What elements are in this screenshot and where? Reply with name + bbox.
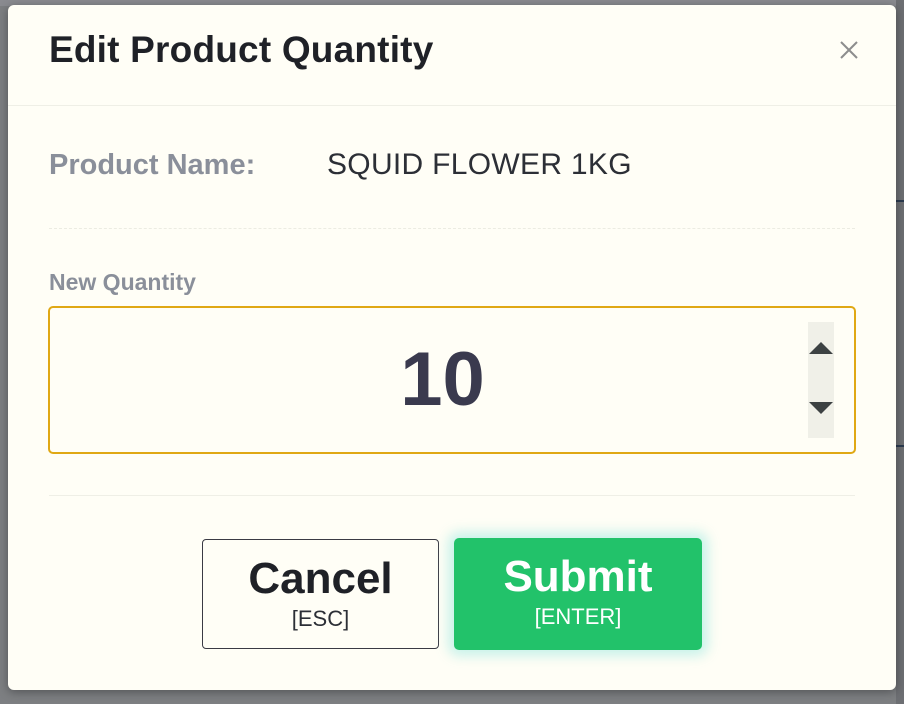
quantity-stepper[interactable] [48,306,856,454]
submit-button[interactable]: Submit [ENTER] [454,538,702,650]
section-divider [49,228,855,229]
triangle-up-icon [808,339,834,364]
dialog-title: Edit Product Quantity [49,29,434,70]
triangle-down-icon [808,397,834,422]
background-overlay-edge [896,0,904,704]
edit-quantity-dialog: Edit Product Quantity Product Name: SQUI… [8,5,896,690]
product-name-label: Product Name: [49,148,256,181]
background-hint [896,200,904,202]
submit-shortcut-hint: [ENTER] [534,604,622,629]
cancel-button-label: Cancel [248,554,393,603]
submit-button-label: Submit [503,552,653,601]
quantity-spinner[interactable] [808,322,834,438]
cancel-button[interactable]: Cancel [ESC] [202,539,439,649]
increment-button[interactable] [808,322,834,380]
close-icon [838,39,860,61]
product-name-value: SQUID FLOWER 1KG [327,148,632,181]
close-button[interactable] [834,35,864,65]
cancel-shortcut-hint: [ESC] [291,606,350,631]
footer-divider [49,495,855,496]
new-quantity-label: New Quantity [49,269,196,295]
decrement-button[interactable] [808,380,834,438]
quantity-input[interactable] [50,308,835,452]
product-name-row: Product Name: SQUID FLOWER 1KG [49,145,632,185]
dialog-header: Edit Product Quantity [8,5,896,106]
background-hint [896,445,904,447]
